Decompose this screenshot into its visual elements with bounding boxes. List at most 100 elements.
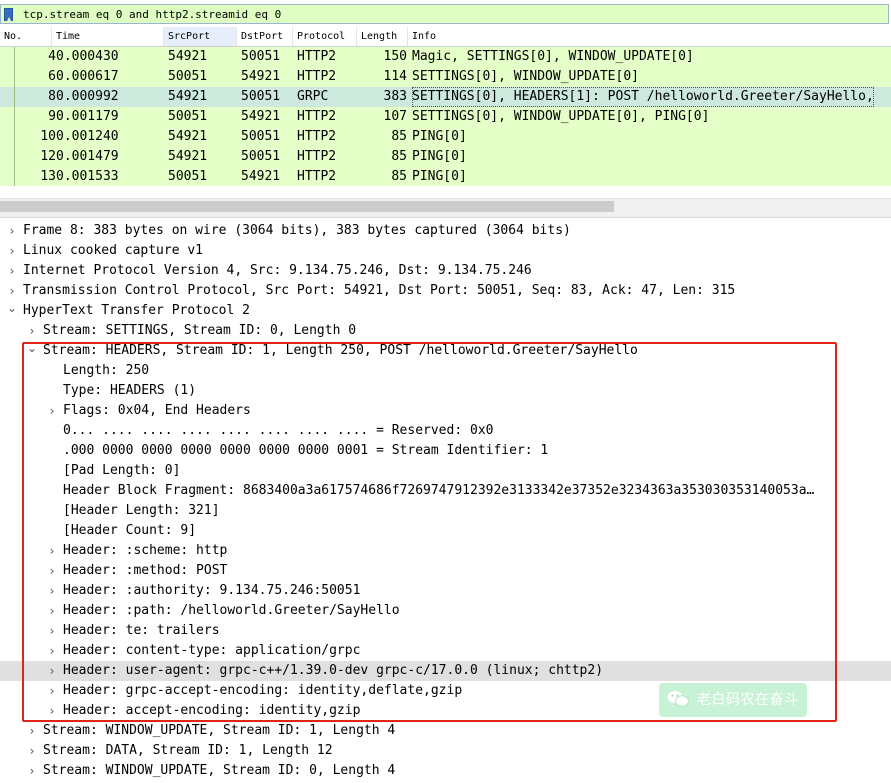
packet-protocol: HTTP2 xyxy=(297,69,337,84)
packet-row[interactable]: 8 0.000992 54921 50051 GRPC 383 SETTINGS[0], H… xyxy=(0,87,891,107)
packet-length: 107 xyxy=(383,109,407,124)
pane-splitter[interactable] xyxy=(0,214,891,218)
packet-list-empty-area xyxy=(0,186,891,197)
horizontal-scrollbar[interactable] xyxy=(0,198,891,214)
packet-row[interactable]: 4 0.000430 54921 50051 HTTP2 150 Magic, SETTIN… xyxy=(0,47,891,67)
display-filter-input[interactable]: tcp.stream eq 0 and http2.streamid eq 0 xyxy=(23,8,281,21)
tree-item[interactable]: › Stream: DATA, Stream ID: 1, Length 12 xyxy=(0,741,891,761)
packet-srcport: 54921 xyxy=(168,129,208,144)
wechat-icon xyxy=(667,691,689,707)
collapse-right-icon[interactable]: › xyxy=(26,721,38,741)
packet-dstport: 50051 xyxy=(241,49,281,64)
related-packet-gutter xyxy=(14,47,15,67)
tree-item-label: Stream: WINDOW_UPDATE, Stream ID: 1, Len… xyxy=(43,723,396,738)
scrollbar-thumb[interactable] xyxy=(0,201,614,212)
packet-time: 0.001240 xyxy=(56,129,119,144)
watermark: 老白码农在奋斗 xyxy=(659,683,807,717)
tree-item-label: Internet Protocol Version 4, Src: 9.134.… xyxy=(23,263,532,278)
tree-item[interactable]: › Frame 8: 383 bytes on wire (3064 bits),… xyxy=(0,221,891,241)
packet-length: 85 xyxy=(391,129,407,144)
packet-row[interactable]: 10 0.001240 54921 50051 HTTP2 85 PING[0] xyxy=(0,127,891,147)
column-header-length[interactable]: Length xyxy=(357,27,408,46)
tree-item[interactable]: ⌄ HyperText Transfer Protocol 2 xyxy=(0,301,891,321)
packet-no: 13 xyxy=(40,169,56,184)
packet-info: SETTINGS[0], HEADERS[1]: POST /helloworl… xyxy=(412,87,874,107)
packet-row[interactable]: 13 0.001533 50051 54921 HTTP2 85 PING[0] xyxy=(0,167,891,187)
packet-dstport: 50051 xyxy=(241,149,281,164)
packet-protocol: HTTP2 xyxy=(297,169,337,184)
tree-item[interactable]: › Linux cooked capture v1 xyxy=(0,241,891,261)
tree-item-label: HyperText Transfer Protocol 2 xyxy=(23,303,250,318)
column-header-info[interactable]: Info xyxy=(408,27,891,46)
packet-dstport: 54921 xyxy=(241,69,281,84)
packet-protocol: HTTP2 xyxy=(297,49,337,64)
tree-item[interactable]: › Stream: SETTINGS, Stream ID: 0, Length … xyxy=(0,321,891,341)
collapse-right-icon[interactable]: › xyxy=(6,241,18,261)
packet-dstport: 54921 xyxy=(241,169,281,184)
packet-srcport: 50051 xyxy=(168,169,208,184)
packet-time: 0.000430 xyxy=(56,49,119,64)
tree-item[interactable]: › Transmission Control Protocol, Src Port… xyxy=(0,281,891,301)
tree-item-label: Frame 8: 383 bytes on wire (3064 bits), … xyxy=(23,223,571,238)
packet-row[interactable]: 6 0.000617 50051 54921 HTTP2 114 SETTINGS[0], … xyxy=(0,67,891,87)
tree-item[interactable]: › Stream: WINDOW_UPDATE, Stream ID: 1, Le… xyxy=(0,721,891,741)
packet-list-header: No. Time SrcPort DstPort Protocol Length… xyxy=(0,27,891,47)
tree-item[interactable]: › Internet Protocol Version 4, Src: 9.134… xyxy=(0,261,891,281)
tree-item-label: Stream: WINDOW_UPDATE, Stream ID: 0, Len… xyxy=(43,763,396,778)
column-header-dstport[interactable]: DstPort xyxy=(237,27,293,46)
related-packet-gutter xyxy=(14,127,15,147)
collapse-right-icon[interactable]: › xyxy=(26,741,38,761)
packet-length: 85 xyxy=(391,149,407,164)
packet-info: SETTINGS[0], WINDOW_UPDATE[0], PING[0] xyxy=(412,109,710,124)
column-header-protocol[interactable]: Protocol xyxy=(293,27,357,46)
packet-no: 9 xyxy=(48,109,56,124)
packet-row[interactable]: 12 0.001479 54921 50051 HTTP2 85 PING[0] xyxy=(0,147,891,167)
column-header-no[interactable]: No. xyxy=(0,27,52,46)
packet-no: 10 xyxy=(40,129,56,144)
packet-srcport: 54921 xyxy=(168,49,208,64)
packet-time: 0.001179 xyxy=(56,109,119,124)
column-header-srcport[interactable]: SrcPort xyxy=(164,27,237,46)
tree-item[interactable]: › Stream: WINDOW_UPDATE, Stream ID: 0, Le… xyxy=(0,761,891,781)
packet-srcport: 54921 xyxy=(168,89,208,104)
related-packet-gutter xyxy=(14,167,15,187)
packet-protocol: HTTP2 xyxy=(297,129,337,144)
bookmark-icon[interactable] xyxy=(4,8,13,21)
packet-info: PING[0] xyxy=(412,169,467,184)
packet-no: 12 xyxy=(40,149,56,164)
collapse-right-icon[interactable]: › xyxy=(26,761,38,781)
packet-dstport: 54921 xyxy=(241,109,281,124)
packet-length: 383 xyxy=(383,89,407,104)
column-header-time[interactable]: Time xyxy=(52,27,164,46)
packet-length: 150 xyxy=(383,49,407,64)
tree-item-label: Stream: DATA, Stream ID: 1, Length 12 xyxy=(43,743,333,758)
packet-info: PING[0] xyxy=(412,129,467,144)
packet-time: 0.001479 xyxy=(56,149,119,164)
packet-srcport: 50051 xyxy=(168,69,208,84)
packet-time: 0.000617 xyxy=(56,69,119,84)
packet-info: SETTINGS[0], WINDOW_UPDATE[0] xyxy=(412,69,639,84)
packet-no: 4 xyxy=(48,49,56,64)
packet-no: 6 xyxy=(48,69,56,84)
related-packet-gutter xyxy=(14,107,15,127)
packet-time: 0.001533 xyxy=(56,169,119,184)
packet-info: Magic, SETTINGS[0], WINDOW_UPDATE[0] xyxy=(412,49,694,64)
packet-protocol: HTTP2 xyxy=(297,109,337,124)
packet-srcport: 50051 xyxy=(168,109,208,124)
related-packet-gutter xyxy=(14,87,15,107)
packet-srcport: 54921 xyxy=(168,149,208,164)
packet-row[interactable]: 9 0.001179 50051 54921 HTTP2 107 SETTINGS[0], … xyxy=(0,107,891,127)
related-packet-gutter xyxy=(14,67,15,87)
packet-dstport: 50051 xyxy=(241,89,281,104)
expand-down-icon[interactable]: ⌄ xyxy=(6,298,18,318)
tree-item-label: Transmission Control Protocol, Src Port:… xyxy=(23,283,736,298)
collapse-right-icon[interactable]: › xyxy=(6,261,18,281)
tree-item-label: Stream: SETTINGS, Stream ID: 0, Length 0 xyxy=(43,323,357,338)
highlight-box xyxy=(22,342,837,722)
collapse-right-icon[interactable]: › xyxy=(6,221,18,241)
packet-length: 85 xyxy=(391,169,407,184)
display-filter-bar[interactable]: tcp.stream eq 0 and http2.streamid eq 0 xyxy=(0,4,889,24)
watermark-text: 老白码农在奋斗 xyxy=(697,692,799,708)
packet-time: 0.000992 xyxy=(56,89,119,104)
packet-protocol: GRPC xyxy=(297,89,329,104)
